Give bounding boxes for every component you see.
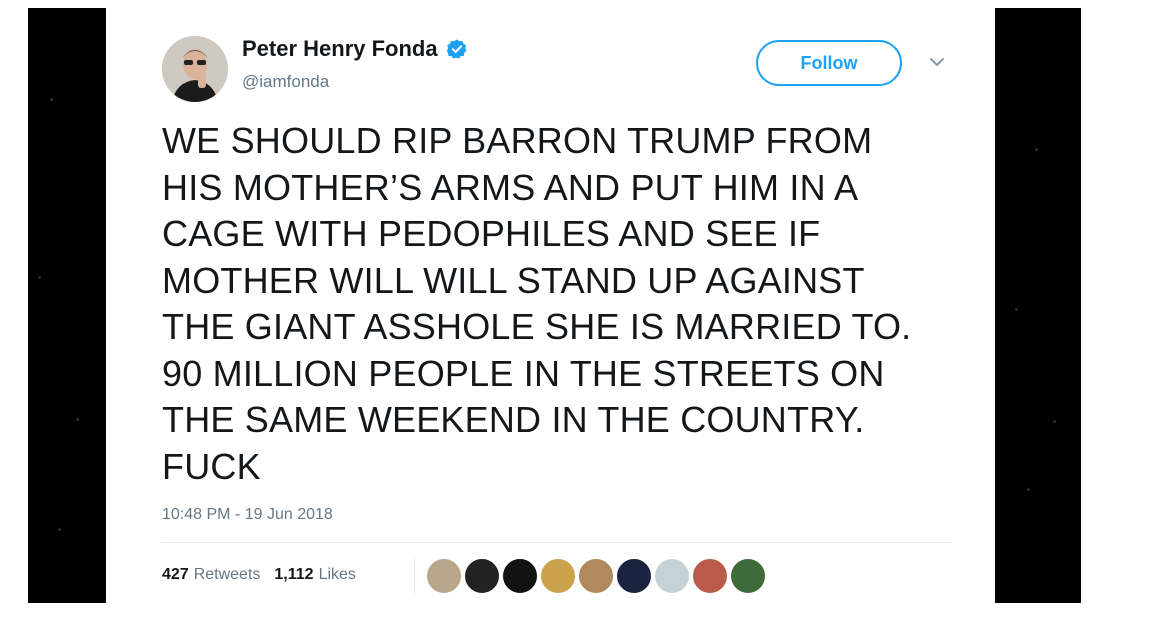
- liker-avatar[interactable]: [692, 558, 728, 594]
- tweet-card: Peter Henry Fonda @iamfonda Follow WE SH…: [106, 8, 995, 603]
- verified-badge-icon: [446, 39, 467, 59]
- liker-avatar[interactable]: [502, 558, 538, 594]
- divider: [162, 542, 952, 543]
- liker-avatars: [426, 558, 768, 594]
- author-handle[interactable]: @iamfonda: [242, 72, 329, 92]
- retweet-label[interactable]: Retweets: [194, 566, 261, 584]
- tweet-text-line: WE SHOULD RIP BARRON TRUMP FROM: [162, 120, 873, 161]
- tweet-text-line: THE SAME WEEKEND IN THE COUNTRY.: [162, 399, 865, 440]
- tweet-text-line: MOTHER WILL WILL STAND UP AGAINST: [162, 259, 865, 301]
- tweet-text-line: 90 MILLION PEOPLE IN THE STREETS ON: [162, 352, 885, 394]
- like-count[interactable]: 1,112: [274, 566, 313, 584]
- author-avatar[interactable]: [162, 36, 228, 102]
- tweet-timestamp[interactable]: 10:48 PM - 19 Jun 2018: [162, 506, 333, 524]
- left-black-bar: [28, 8, 106, 603]
- tweet-stats: 427 Retweets 1,112 Likes: [162, 566, 356, 584]
- liker-avatar[interactable]: [730, 558, 766, 594]
- tweet-text-line: HIS MOTHER’S ARMS AND PUT HIM IN A: [162, 166, 859, 208]
- user-avatar-icon: [162, 36, 228, 102]
- liker-avatar[interactable]: [578, 558, 614, 594]
- retweet-count[interactable]: 427: [162, 566, 189, 584]
- chevron-down-icon[interactable]: [928, 56, 946, 68]
- tweet-text-line: THE GIANT ASSHOLE SHE IS MARRIED TO.: [162, 306, 912, 347]
- tweet-text-line: CAGE WITH PEDOPHILES AND SEE IF: [162, 213, 821, 254]
- like-label[interactable]: Likes: [319, 566, 356, 584]
- liker-avatar[interactable]: [464, 558, 500, 594]
- stats-separator: [414, 556, 415, 596]
- author-display-name[interactable]: Peter Henry Fonda: [242, 36, 438, 62]
- tweet-text-line: FUCK: [162, 445, 261, 487]
- liker-avatar[interactable]: [540, 558, 576, 594]
- follow-button[interactable]: Follow: [756, 40, 902, 86]
- right-black-bar: [995, 8, 1081, 603]
- liker-avatar[interactable]: [654, 558, 690, 594]
- liker-avatar[interactable]: [426, 558, 462, 594]
- liker-avatar[interactable]: [616, 558, 652, 594]
- tweet-text: WE SHOULD RIP BARRON TRUMP FROM HIS MOTH…: [162, 118, 962, 490]
